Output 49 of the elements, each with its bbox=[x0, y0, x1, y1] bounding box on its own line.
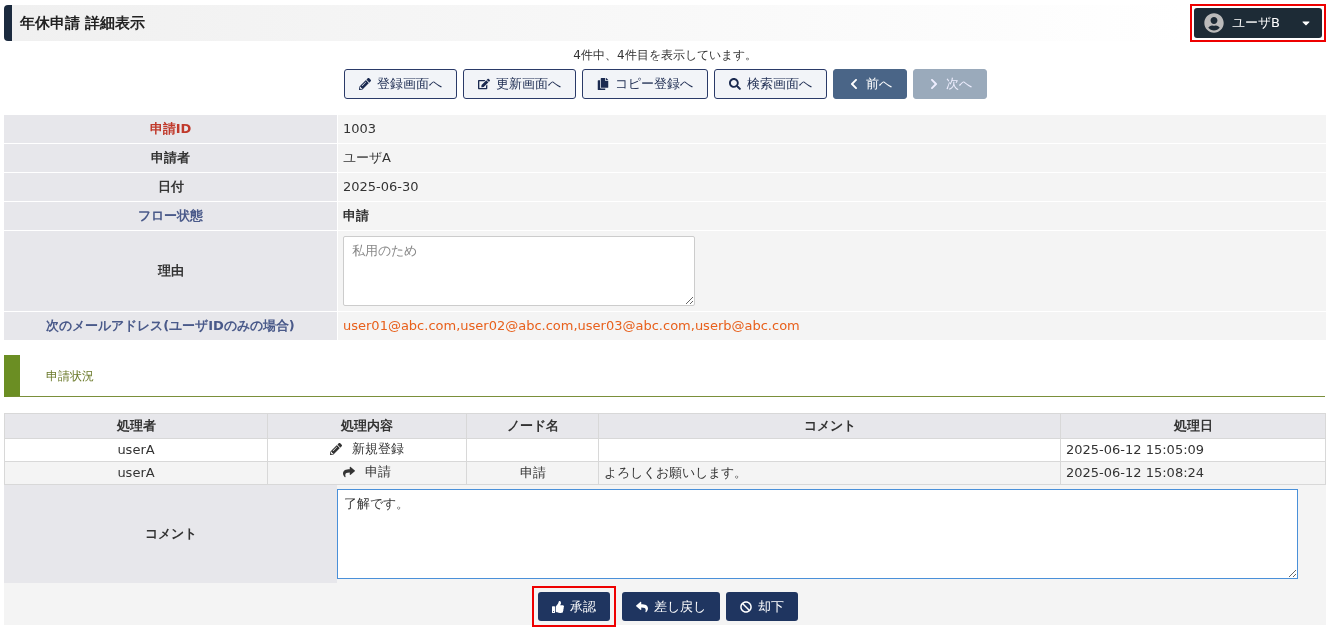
email-list-text: user01@abc.com,user02@abc.com,user03@abc.com,userb@abc.com bbox=[343, 317, 800, 336]
field-label: 日付 bbox=[4, 173, 337, 201]
field-value: 2025-06-30 bbox=[343, 178, 419, 197]
field-label: 理由 bbox=[4, 231, 337, 311]
search-icon bbox=[728, 78, 741, 90]
user-menu-button[interactable]: ユーザB bbox=[1194, 8, 1322, 38]
undo-arrow-icon bbox=[636, 600, 648, 613]
nav-button[interactable]: 更新画面へ bbox=[462, 69, 576, 99]
forward-arrow-icon bbox=[343, 466, 355, 479]
field-value: 申請 bbox=[343, 207, 369, 226]
field-value: ユーザA bbox=[343, 149, 391, 168]
field-label: フロー状態 bbox=[4, 202, 337, 230]
column-header: 処理日 bbox=[1060, 413, 1326, 439]
field-label: 申請者 bbox=[4, 144, 337, 172]
action-button[interactable]: 差し戻し bbox=[622, 592, 720, 621]
table-cell: userA bbox=[4, 438, 268, 462]
column-header: 処理者 bbox=[4, 413, 268, 439]
comment-field[interactable]: 了解です。 bbox=[337, 489, 1298, 579]
action-button[interactable]: 承認 bbox=[538, 592, 610, 621]
record-count-text: 4件中、4件目を表示しています。 bbox=[572, 47, 758, 63]
avatar-icon bbox=[1204, 13, 1225, 33]
table-cell: 2025-06-12 15:08:24 bbox=[1060, 461, 1326, 485]
field-label: 次のメールアドレス(ユーザIDのみの場合) bbox=[4, 312, 337, 340]
nav-button[interactable]: 前へ bbox=[832, 69, 907, 99]
column-header: コメント bbox=[598, 413, 1061, 439]
table-cell: よろしくお願いします。 bbox=[598, 461, 1061, 485]
action-button[interactable]: 却下 bbox=[726, 592, 798, 621]
copy-icon bbox=[596, 78, 609, 90]
edit-icon bbox=[477, 78, 490, 90]
action-text: 申請 bbox=[365, 463, 391, 482]
action-text: 新規登録 bbox=[352, 440, 404, 459]
table-cell: 2025-06-12 15:05:09 bbox=[1060, 438, 1326, 462]
page-title: 年休申請 詳細表示 bbox=[20, 12, 146, 34]
nav-button[interactable]: コピー登録へ bbox=[581, 69, 708, 99]
ban-icon bbox=[740, 600, 752, 613]
pencil-icon bbox=[358, 78, 371, 90]
comment-label: コメント bbox=[4, 485, 337, 583]
column-header: 処理内容 bbox=[267, 413, 467, 439]
reason-field[interactable]: 私用のため bbox=[343, 236, 695, 306]
table-cell: 申請 bbox=[466, 461, 599, 485]
section-title: 申請状況 bbox=[45, 367, 94, 385]
field-label: 申請ID bbox=[4, 115, 337, 143]
nav-button[interactable]: 登録画面へ bbox=[343, 69, 457, 99]
thumbs-up-icon bbox=[552, 600, 564, 613]
column-header: ノード名 bbox=[466, 413, 599, 439]
pencil-icon bbox=[330, 443, 342, 456]
nav-button[interactable]: 検索画面へ bbox=[713, 69, 827, 99]
field-value: 1003 bbox=[343, 120, 377, 139]
table-cell: userA bbox=[4, 461, 268, 485]
